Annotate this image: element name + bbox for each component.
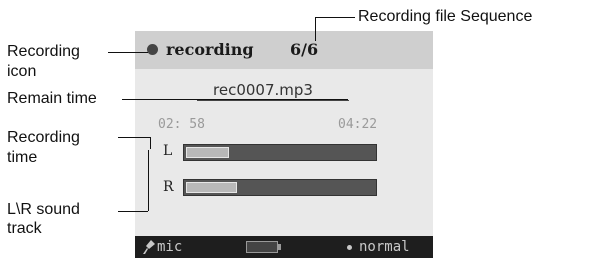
label-lr-sound-track-line2: track [7,220,42,237]
battery-tip [278,244,281,250]
callout-recording-icon [108,52,148,53]
left-channel-meter [183,144,377,161]
recording-status: recording [166,40,254,59]
left-channel-level [186,147,229,158]
remain-time: 04:22 [338,117,378,132]
callout-lr-track-v [148,150,149,211]
status-footer: mic normal [135,236,433,258]
input-source: mic [157,239,183,255]
battery-icon [246,241,278,253]
callout-sequence-v [315,17,316,41]
file-sequence: 6/6 [290,40,319,59]
right-channel-meter [183,179,377,196]
callout-recording-time [118,137,150,138]
file-name-underline [197,100,349,101]
callout-lr-track-h [118,211,148,212]
recorder-screen: recording 6/6 rec0007.mp3 02: 58 04:22 L… [135,31,433,258]
right-channel-label: R [163,179,174,195]
right-channel-level [186,182,237,193]
label-recording-icon-line1: Recording [7,43,80,60]
status-header: recording 6/6 [135,31,433,69]
label-recording-time-line1: Recording [7,129,80,146]
record-dot-icon [147,44,158,55]
label-recording-icon-line2: icon [7,63,37,80]
label-recording-file-sequence: Recording file Sequence [358,8,533,25]
left-channel-label: L [163,143,173,159]
file-name: rec0007.mp3 [213,81,313,99]
mic-icon [143,240,155,254]
recording-time: 02: 58 [158,117,205,132]
callout-recording-time-v [150,137,151,149]
callout-remain-time [122,99,348,100]
label-lr-sound-track-line1: L\R sound [7,201,80,218]
callout-sequence-h [315,17,355,18]
dot-icon [347,245,352,250]
recording-mode: normal [359,239,410,255]
label-recording-time-line2: time [7,149,38,166]
label-remain-time: Remain time [7,90,97,107]
